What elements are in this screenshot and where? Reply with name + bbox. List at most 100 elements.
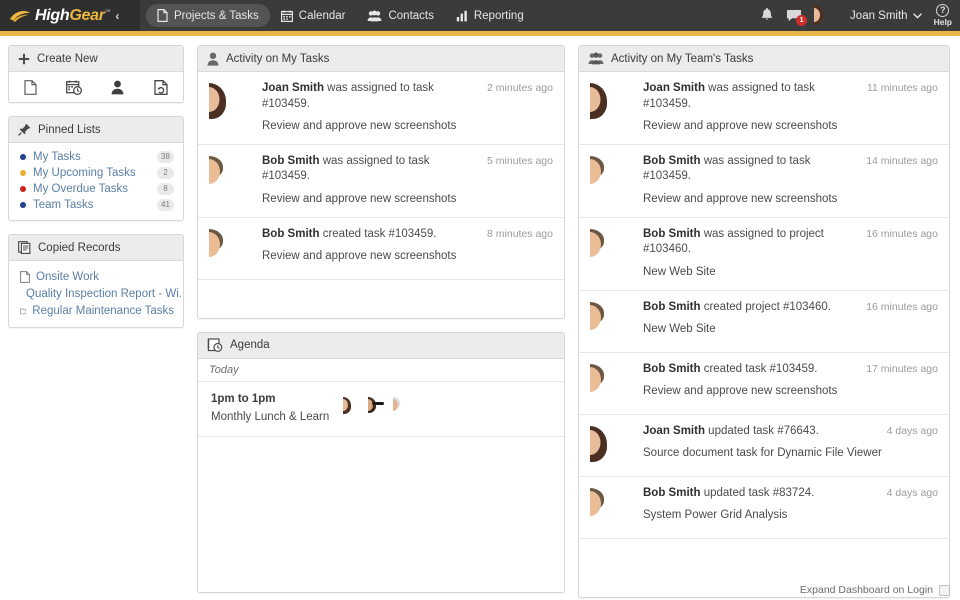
panel-title: Agenda xyxy=(230,339,270,352)
copied-record-item[interactable]: Regular Maintenance Tasks xyxy=(9,302,183,319)
panel-title: Copied Records xyxy=(38,241,121,254)
copied-records-header: Copied Records xyxy=(9,235,183,261)
pinned-list-item[interactable]: My Overdue Tasks 8 xyxy=(9,181,183,197)
activity-detail: Review and approve new screenshots xyxy=(643,193,838,205)
activity-detail: Review and approve new screenshots xyxy=(262,193,457,205)
agenda-clock-icon xyxy=(207,338,223,353)
nav-tab-contacts[interactable]: Contacts xyxy=(356,4,444,27)
help-button[interactable]: ? Help xyxy=(934,4,952,27)
activity-timestamp: 16 minutes ago xyxy=(866,227,938,240)
chat-bubble-icon[interactable]: 1 xyxy=(786,9,808,26)
new-document-icon[interactable] xyxy=(9,72,53,102)
status-dot xyxy=(20,186,26,192)
activity-item[interactable]: Bob Smith created project #103460. 16 mi… xyxy=(579,291,949,353)
activity-team-tasks-panel: Activity on My Team's Tasks Joan Smith w… xyxy=(578,45,950,598)
copied-record-label: Regular Maintenance Tasks xyxy=(32,304,174,317)
activity-timestamp: 8 minutes ago xyxy=(487,227,553,240)
activity-team-tasks-header: Activity on My Team's Tasks xyxy=(579,46,949,72)
activity-item[interactable]: Bob Smith was assigned to task #103459. … xyxy=(198,145,564,218)
activity-actor: Bob Smith xyxy=(643,362,701,375)
user-name-label: Joan Smith xyxy=(850,9,908,22)
activity-item[interactable]: Bob Smith created task #103459. 17 minut… xyxy=(579,353,949,415)
avatar xyxy=(590,154,632,196)
activity-actor: Bob Smith xyxy=(643,154,701,167)
team-activity-feed: Joan Smith was assigned to task #103459.… xyxy=(579,72,949,597)
nav-tab-label: Reporting xyxy=(473,9,524,22)
collapse-sidebar-chevron-icon[interactable]: ‹ xyxy=(115,9,119,23)
person-icon xyxy=(207,52,219,66)
activity-my-tasks-panel: Activity on My Tasks Joan Smith was assi… xyxy=(197,45,565,319)
avatar[interactable] xyxy=(343,396,363,416)
copied-record-item[interactable]: Onsite Work xyxy=(9,268,183,285)
top-navigation-bar: HighGear™ ‹ Projects & Tasks Calendar Co… xyxy=(0,0,960,31)
activity-item[interactable]: Bob Smith was assigned to task #103459. … xyxy=(579,145,949,218)
swoosh-icon xyxy=(9,10,31,22)
bell-icon[interactable] xyxy=(760,8,774,23)
activity-detail: System Power Grid Analysis xyxy=(643,509,788,522)
avatar xyxy=(590,424,632,466)
copied-record-label: Onsite Work xyxy=(36,270,100,283)
agenda-empty-space xyxy=(198,437,564,592)
activity-action: created project #103460. xyxy=(700,300,831,313)
nav-tab-reporting[interactable]: Reporting xyxy=(445,4,535,27)
app-logo[interactable]: HighGear™ ‹ xyxy=(0,0,140,31)
person-icon[interactable] xyxy=(96,72,140,102)
activity-detail: Source document task for Dynamic File Vi… xyxy=(643,447,882,460)
pinned-list-count: 38 xyxy=(157,151,174,163)
activity-timestamp: 17 minutes ago xyxy=(866,362,938,375)
help-label: Help xyxy=(933,17,952,28)
question-mark-icon: ? xyxy=(936,4,950,18)
user-menu[interactable]: Joan Smith xyxy=(850,10,922,22)
activity-feed: Joan Smith was assigned to task #103459.… xyxy=(198,72,564,318)
activity-item[interactable]: Joan Smith was assigned to task #103459.… xyxy=(579,72,949,145)
activity-timestamp: 14 minutes ago xyxy=(866,154,938,167)
activity-item[interactable]: Joan Smith updated task #76643. 4 days a… xyxy=(579,415,949,477)
copied-records-panel: Copied Records Onsite Work Quality Inspe… xyxy=(8,234,184,328)
logo-text-high: High xyxy=(35,6,70,24)
sidebar: Create New Pinned Lists My Tasks 38 My U… xyxy=(8,45,184,600)
document-refresh-icon[interactable] xyxy=(140,72,184,102)
activity-actor: Bob Smith xyxy=(643,227,701,240)
avatar xyxy=(209,227,251,269)
copied-record-item[interactable]: Quality Inspection Report - Wi... xyxy=(9,285,183,302)
topbar-actions: 1 Joan Smith ? Help xyxy=(760,4,960,28)
activity-text: Bob Smith created project #103460. xyxy=(643,300,858,316)
nav-tab-label: Calendar xyxy=(298,9,346,22)
pinned-list-item[interactable]: Team Tasks 41 xyxy=(9,197,183,213)
avatar[interactable] xyxy=(814,4,838,28)
activity-item[interactable]: Joan Smith was assigned to task #103459.… xyxy=(198,72,564,145)
pinned-list-count: 8 xyxy=(157,183,174,195)
expand-dashboard-checkbox[interactable] xyxy=(939,584,950,596)
activity-timestamp: 5 minutes ago xyxy=(487,154,553,167)
avatar xyxy=(590,227,632,269)
activity-item[interactable]: Bob Smith created task #103459. 8 minute… xyxy=(198,218,564,280)
create-new-header: Create New xyxy=(9,46,183,72)
nav-tab-calendar[interactable]: Calendar xyxy=(270,4,357,27)
trademark-symbol: ™ xyxy=(104,9,111,16)
activity-text: Bob Smith updated task #83724. xyxy=(643,486,879,502)
nav-tab-projects-tasks[interactable]: Projects & Tasks xyxy=(146,4,270,27)
dashboard-content: Create New Pinned Lists My Tasks 38 My U… xyxy=(0,36,960,600)
activity-action: updated task #83724. xyxy=(700,486,815,499)
activity-timestamp: 16 minutes ago xyxy=(866,300,938,313)
activity-action: created task #103459. xyxy=(319,227,437,240)
agenda-header: Agenda xyxy=(198,332,564,359)
pinned-list-item[interactable]: My Tasks 38 xyxy=(9,149,183,165)
activity-item[interactable]: Bob Smith was assigned to project #10346… xyxy=(579,218,949,291)
pinned-list-item[interactable]: My Upcoming Tasks 2 xyxy=(9,165,183,181)
avatar[interactable] xyxy=(393,396,413,416)
pinned-lists-items: My Tasks 38 My Upcoming Tasks 2 My Overd… xyxy=(9,143,183,220)
copy-icon xyxy=(18,241,31,254)
activity-actor: Bob Smith xyxy=(643,300,701,313)
calendar-clock-icon[interactable] xyxy=(53,72,97,102)
nav-tab-label: Projects & Tasks xyxy=(174,9,259,22)
pinned-list-count: 2 xyxy=(157,167,174,179)
avatar xyxy=(209,154,251,196)
activity-item[interactable]: Bob Smith updated task #83724. 4 days ag… xyxy=(579,477,949,539)
activity-text: Bob Smith was assigned to project #10346… xyxy=(643,227,858,258)
agenda-event[interactable]: 1pm to 1pm Monthly Lunch & Learn xyxy=(198,382,564,437)
main-nav: Projects & Tasks Calendar Contacts Repor… xyxy=(146,4,535,27)
activity-detail: Review and approve new screenshots xyxy=(262,250,457,263)
activity-timestamp: 4 days ago xyxy=(886,486,938,499)
avatar[interactable] xyxy=(368,396,388,416)
